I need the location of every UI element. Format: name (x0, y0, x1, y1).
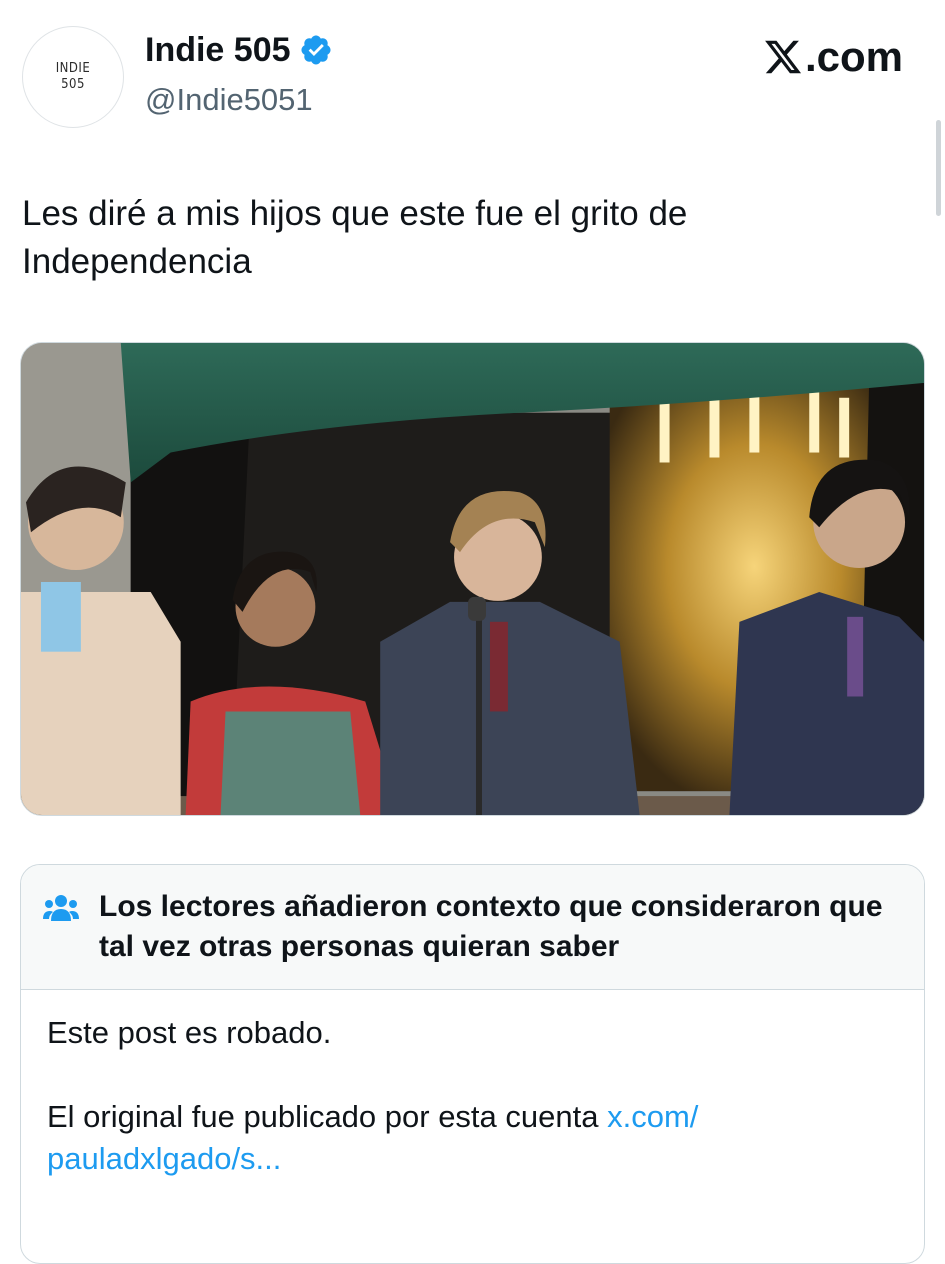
person-speaker-tie (489, 621, 508, 712)
post-text: Les diré a mis hijos que este fue el gri… (22, 194, 688, 281)
microphone (468, 596, 486, 621)
post-header: INDIE 505 Indie 505 @Indie5051 .com (0, 0, 945, 170)
community-note-body: Este post es robado. El original fue pub… (21, 990, 924, 1244)
name-row: Indie 505 (145, 28, 333, 72)
note-body-prefix: El original fue publicado por esta cuent… (47, 1099, 608, 1134)
note-body-line1: Este post es robado. (47, 1015, 332, 1050)
avatar[interactable]: INDIE 505 (22, 26, 124, 128)
community-note: Los lectores añadieron contexto que cons… (20, 864, 925, 1264)
brand-domain-text: .com (804, 33, 903, 80)
post-media-photo[interactable] (20, 342, 925, 816)
x-logo-icon (765, 40, 802, 74)
handle[interactable]: @Indie5051 (145, 80, 313, 120)
avatar-text-line1: INDIE (55, 61, 91, 76)
person-speaker-suit (380, 601, 640, 815)
person-dark-suit (729, 591, 924, 815)
verified-badge-icon (300, 35, 331, 65)
avatar-text-line2: 505 (61, 77, 85, 92)
x-brand: .com (763, 32, 903, 82)
photo-balcony (21, 343, 924, 815)
people-icon (43, 895, 79, 921)
dress-pattern (220, 711, 361, 815)
note-body-line2: El original fue publicado por esta cuent… (47, 1096, 898, 1180)
person-beige-shirt (40, 581, 81, 652)
person-dark-tie (847, 616, 864, 697)
microphone-stand (475, 606, 482, 815)
community-note-header: Los lectores añadieron contexto que cons… (21, 865, 924, 990)
community-note-title: Los lectores añadieron contexto que cons… (99, 890, 883, 963)
display-name[interactable]: Indie 505 (145, 28, 291, 72)
scrollbar[interactable] (936, 120, 941, 216)
